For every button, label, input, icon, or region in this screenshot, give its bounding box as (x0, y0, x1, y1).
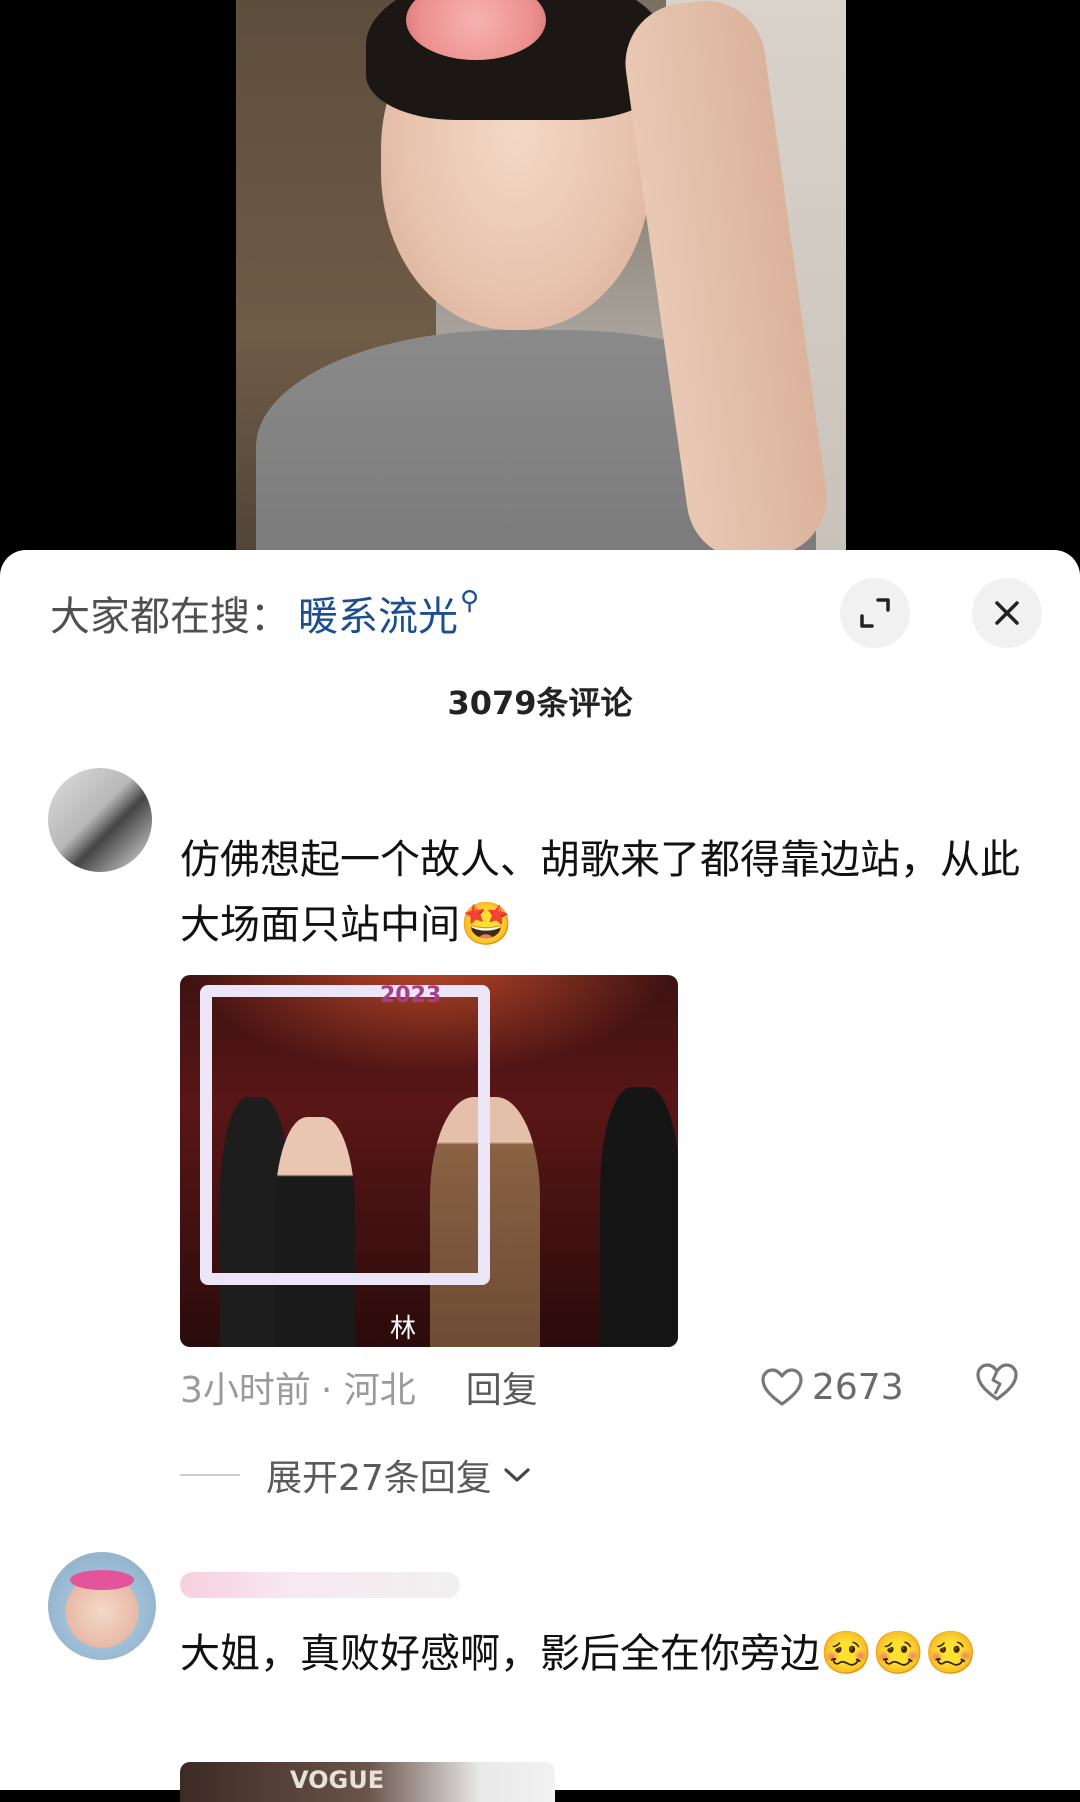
comment-location: · 河北 (320, 1370, 416, 1411)
comment-image-person (600, 1087, 678, 1347)
reply-divider (180, 1474, 240, 1476)
trending-search-term[interactable]: 暖系流光 (298, 584, 458, 642)
comment-image-badge: 2023 (380, 983, 442, 1008)
heart-icon (761, 1368, 803, 1406)
expand-replies-label: 展开27条回复 (266, 1458, 492, 1499)
like-count: 2673 (812, 1366, 904, 1408)
avatar[interactable] (48, 1552, 156, 1660)
comment-image-photo-frame (200, 985, 490, 1285)
video-player[interactable] (0, 0, 1080, 560)
dislike-button[interactable] (975, 1362, 1019, 1412)
avatar[interactable] (48, 768, 152, 872)
comment-body: 仿佛想起一个故人、胡歌来了都得靠边站，从此大场面只站中间 (180, 837, 1020, 948)
trending-search[interactable]: 大家都在搜： 暖系流光 ⚲ (50, 585, 479, 641)
expand-icon (860, 598, 890, 628)
star-eyes-emoji: 🤩 (460, 899, 513, 948)
username-blurred[interactable] (180, 1572, 460, 1598)
close-icon (995, 601, 1019, 625)
comment-sheet: 大家都在搜： 暖系流光 ⚲ 3079条评论 仿佛想起一个故人、胡歌来了都得靠边站… (0, 550, 1080, 1802)
trending-search-prefix: 大家都在搜： (50, 594, 290, 640)
comment-body: 大姐，真败好感啊，影后全在你旁边 (180, 1631, 820, 1677)
chevron-down-icon (504, 1468, 530, 1482)
video-frame[interactable] (236, 0, 846, 560)
search-icon[interactable]: ⚲ (460, 586, 479, 616)
comment-image-caption: 林 (390, 1314, 417, 1344)
reply-button[interactable]: 回复 (466, 1361, 538, 1413)
comment-time: 3小时前 (180, 1370, 311, 1411)
comment-meta: 3小时前 · 河北 回复 2673 (180, 1362, 1030, 1412)
close-button[interactable] (972, 578, 1042, 648)
expand-replies-button[interactable]: 展开27条回复 (180, 1450, 532, 1500)
comment-count-title: 3079条评论 (447, 684, 633, 722)
comment-image[interactable]: 2023 林 (180, 975, 678, 1347)
expand-button[interactable] (840, 578, 910, 648)
comment-text[interactable]: 大姐，真败好感啊，影后全在你旁边🥴🥴🥴 (180, 1621, 1030, 1686)
broken-heart-icon (976, 1363, 1018, 1401)
comment-image[interactable]: VOGUE (180, 1762, 555, 1802)
comment-text[interactable]: 仿佛想起一个故人、胡歌来了都得靠边站，从此大场面只站中间🤩 (180, 828, 1030, 957)
like-button[interactable]: 2673 (760, 1367, 904, 1408)
woozy-emoji: 🥴🥴🥴 (820, 1628, 977, 1677)
